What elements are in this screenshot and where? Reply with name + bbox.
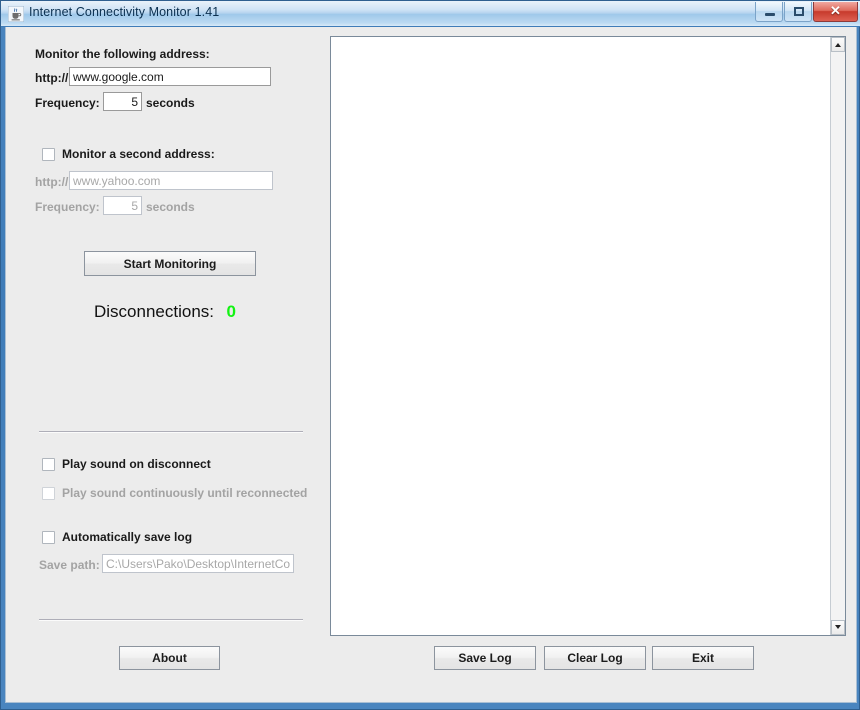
save-path-label: Save path: — [39, 558, 100, 572]
auto-save-log-label: Automatically save log — [62, 530, 193, 544]
checkbox-box — [42, 530, 55, 544]
client-area: Monitor the following address: http:// F… — [5, 27, 857, 703]
scrollbar-track[interactable] — [831, 52, 845, 620]
exit-button[interactable]: Exit — [652, 646, 754, 670]
secondary-frequency-label: Frequency: — [35, 200, 100, 214]
play-sound-on-disconnect-label: Play sound on disconnect — [62, 457, 211, 471]
scroll-down-button[interactable] — [831, 620, 845, 635]
minimize-button[interactable] — [755, 2, 783, 22]
primary-address-input[interactable] — [69, 67, 271, 86]
close-icon: ✕ — [830, 3, 841, 18]
primary-frequency-label: Frequency: — [35, 96, 100, 110]
primary-frequency-units: seconds — [146, 96, 195, 110]
java-coffee-cup-icon — [7, 5, 25, 23]
scroll-up-button[interactable] — [831, 37, 845, 52]
play-sound-on-disconnect-checkbox[interactable]: Play sound on disconnect — [42, 457, 211, 471]
log-text-area[interactable] — [331, 37, 829, 635]
secondary-frequency-input[interactable] — [103, 196, 142, 215]
start-monitoring-button[interactable]: Start Monitoring — [84, 251, 256, 276]
clear-log-button[interactable]: Clear Log — [544, 646, 646, 670]
secondary-address-input[interactable] — [69, 171, 273, 190]
monitor-second-address-checkbox[interactable]: Monitor a second address: — [42, 147, 215, 161]
save-path-input[interactable] — [102, 554, 294, 573]
play-sound-continuously-checkbox[interactable]: Play sound continuously until reconnecte… — [42, 486, 307, 500]
primary-protocol-label: http:// — [35, 71, 69, 85]
window-controls: ✕ — [755, 2, 858, 22]
maximize-icon — [794, 7, 804, 16]
minimize-icon — [765, 13, 775, 16]
separator-bottom — [39, 619, 303, 621]
window-title: Internet Connectivity Monitor 1.41 — [29, 5, 220, 19]
secondary-frequency-units: seconds — [146, 200, 195, 214]
about-button[interactable]: About — [119, 646, 220, 670]
chevron-down-icon — [835, 625, 841, 629]
play-sound-continuously-label: Play sound continuously until reconnecte… — [62, 486, 308, 500]
save-log-button[interactable]: Save Log — [434, 646, 536, 670]
primary-address-heading: Monitor the following address: — [35, 47, 210, 61]
application-window: Internet Connectivity Monitor 1.41 ✕ Mon… — [0, 0, 860, 710]
close-button[interactable]: ✕ — [813, 2, 858, 22]
secondary-protocol-label: http:// — [35, 175, 69, 189]
log-scrollbar[interactable] — [830, 37, 845, 635]
checkbox-box — [42, 457, 55, 471]
auto-save-log-checkbox[interactable]: Automatically save log — [42, 530, 192, 544]
log-panel — [330, 36, 846, 636]
checkbox-box — [42, 147, 55, 161]
title-bar[interactable]: Internet Connectivity Monitor 1.41 ✕ — [1, 1, 860, 27]
disconnections-count: 0 — [226, 302, 236, 321]
monitor-second-address-label: Monitor a second address: — [62, 147, 215, 161]
chevron-up-icon — [835, 43, 841, 47]
disconnections-readout: Disconnections: 0 — [94, 302, 236, 322]
disconnections-label: Disconnections: — [94, 302, 215, 321]
checkbox-box — [42, 486, 55, 500]
maximize-button[interactable] — [784, 2, 812, 22]
settings-panel: Monitor the following address: http:// F… — [6, 27, 326, 702]
separator-top — [39, 431, 303, 433]
primary-frequency-input[interactable] — [103, 92, 142, 111]
